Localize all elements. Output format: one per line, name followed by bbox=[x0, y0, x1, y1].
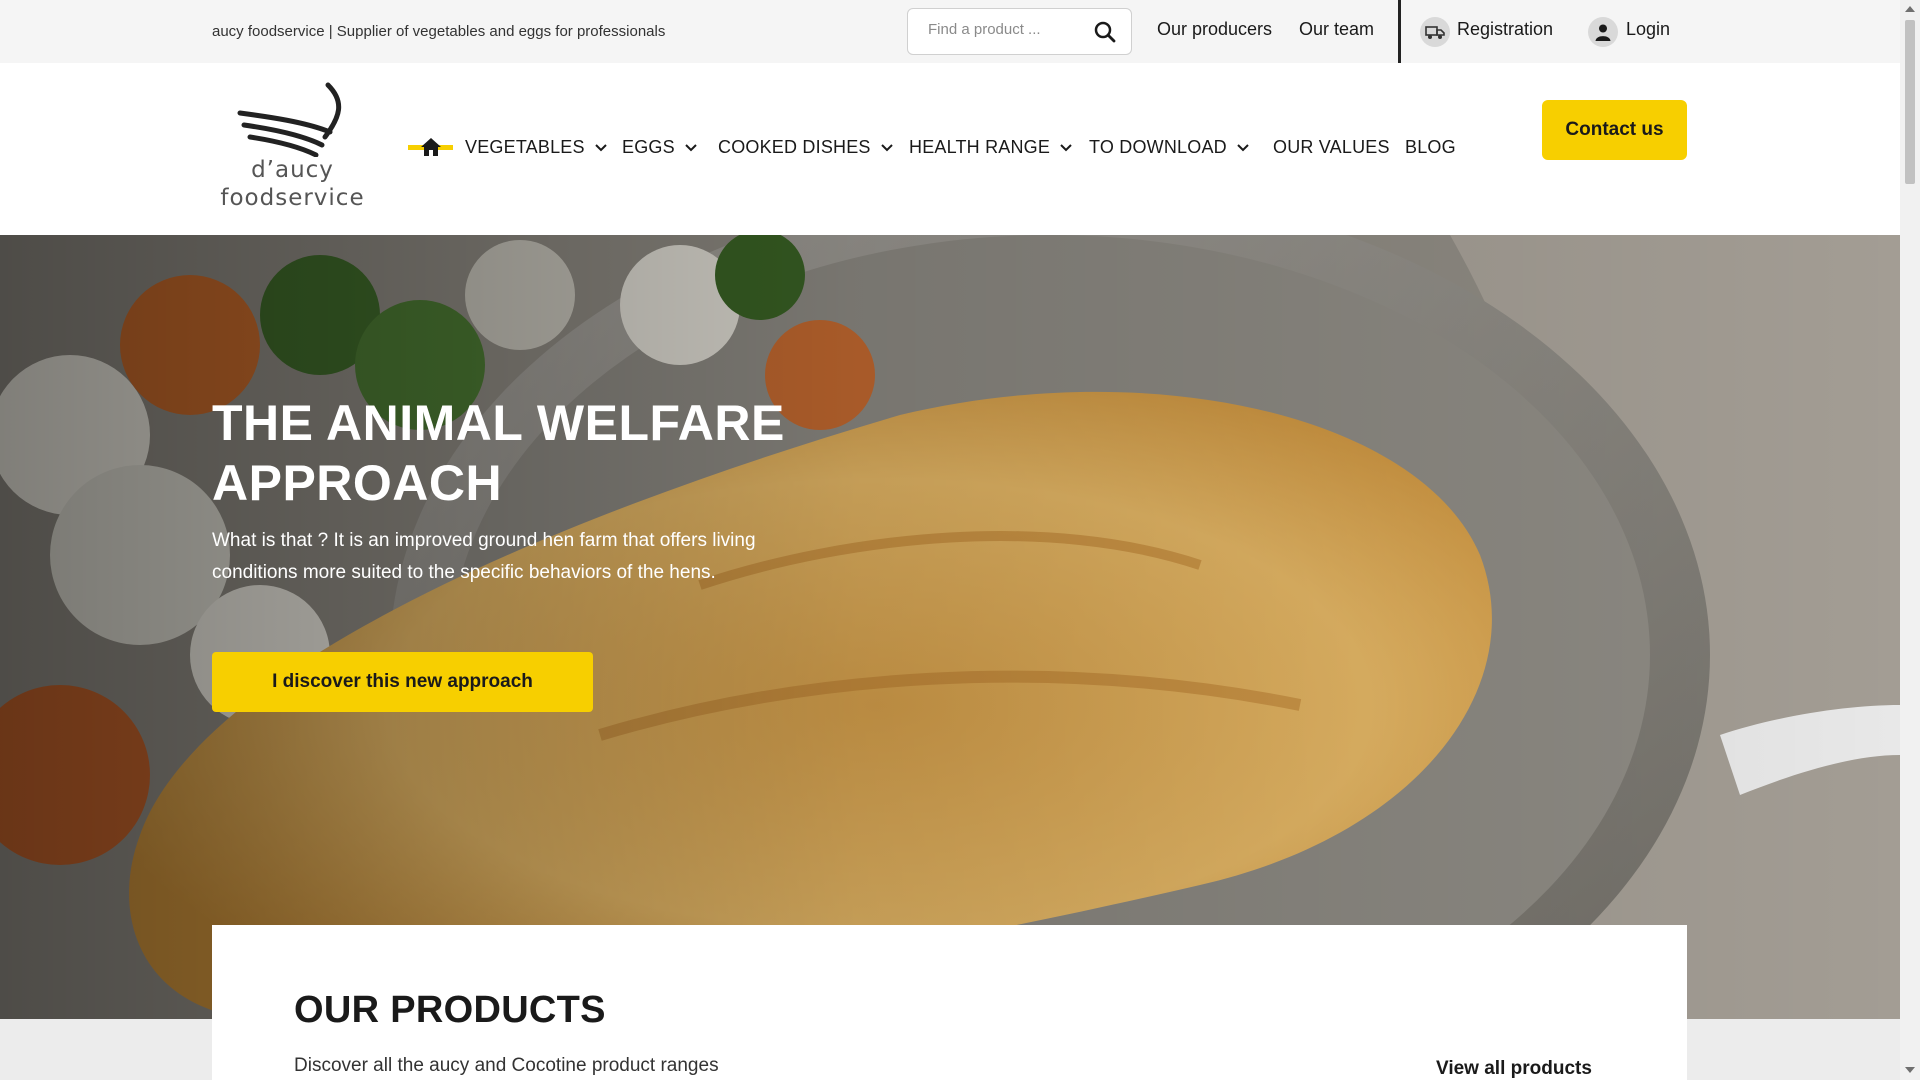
login-link[interactable]: Login bbox=[1626, 19, 1670, 40]
hero-title: THE ANIMAL WELFARE APPROACH bbox=[212, 395, 785, 511]
nav-our-values-label: OUR VALUES bbox=[1273, 137, 1390, 157]
scroll-down-arrow-icon[interactable] bbox=[1905, 1067, 1915, 1073]
our-products-section: OUR PRODUCTS Discover all the aucy and C… bbox=[212, 925, 1687, 1080]
products-title: OUR PRODUCTS bbox=[294, 989, 606, 1031]
registration-link[interactable]: Registration bbox=[1457, 19, 1553, 40]
nav-health-range-label: HEALTH RANGE bbox=[909, 137, 1051, 157]
top-divider bbox=[1398, 0, 1401, 63]
hero-banner: THE ANIMAL WELFARE APPROACH What is that… bbox=[0, 235, 1900, 1019]
site-tagline: aucy foodservice | Supplier of vegetable… bbox=[212, 23, 666, 40]
chevron-down-icon bbox=[1060, 144, 1072, 152]
nav-blog-label: BLOG bbox=[1405, 137, 1456, 157]
nav-eggs-label: EGGS bbox=[622, 137, 675, 157]
search-input[interactable] bbox=[928, 21, 1078, 38]
logo-text-daucy: d’aucy bbox=[251, 157, 334, 183]
view-all-products-link[interactable]: View all products bbox=[1436, 1058, 1592, 1080]
user-icon[interactable] bbox=[1588, 17, 1618, 47]
chevron-down-icon bbox=[880, 144, 893, 152]
page-scrollbar[interactable] bbox=[1900, 0, 1920, 1080]
our-team-link[interactable]: Our team bbox=[1299, 19, 1374, 40]
nav-vegetables[interactable]: VEGETABLES bbox=[465, 137, 608, 158]
hero-food-image bbox=[0, 235, 1900, 1019]
nav-cooked-dishes-label: COOKED DISHES bbox=[718, 137, 871, 157]
home-icon[interactable] bbox=[408, 137, 453, 159]
nav-cooked-dishes[interactable]: COOKED DISHES bbox=[718, 137, 894, 158]
nav-to-download-label: TO DOWNLOAD bbox=[1089, 137, 1227, 157]
nav-to-download[interactable]: TO DOWNLOAD bbox=[1089, 137, 1250, 158]
discover-approach-button[interactable]: I discover this new approach bbox=[212, 652, 593, 712]
nav-vegetables-label: VEGETABLES bbox=[465, 137, 585, 157]
nav-our-values[interactable]: OUR VALUES bbox=[1273, 137, 1390, 158]
truck-icon[interactable] bbox=[1420, 17, 1450, 47]
search-box[interactable] bbox=[907, 8, 1132, 55]
nav-blog[interactable]: BLOG bbox=[1405, 137, 1456, 158]
nav-health-range[interactable]: HEALTH RANGE bbox=[909, 137, 1073, 158]
top-utility-bar: aucy foodservice | Supplier of vegetable… bbox=[0, 0, 1900, 63]
contact-us-button[interactable]: Contact us bbox=[1542, 100, 1687, 160]
chevron-down-icon bbox=[685, 144, 697, 152]
our-producers-link[interactable]: Our producers bbox=[1157, 19, 1272, 40]
hero-description: What is that ? It is an improved ground … bbox=[212, 530, 756, 583]
chevron-down-icon bbox=[595, 144, 607, 152]
scroll-up-arrow-icon[interactable] bbox=[1905, 6, 1915, 12]
logo-text-foodservice: foodservice bbox=[220, 185, 365, 211]
nav-eggs[interactable]: EGGS bbox=[622, 137, 698, 158]
main-header: d’aucy foodservice VEGETABLES EGGS COOKE… bbox=[0, 63, 1900, 235]
daucy-logo[interactable]: d’aucy foodservice bbox=[210, 77, 375, 212]
chevron-down-icon bbox=[1237, 144, 1249, 152]
products-subtitle: Discover all the aucy and Cocotine produ… bbox=[294, 1055, 719, 1076]
search-icon[interactable] bbox=[1093, 20, 1117, 44]
scrollbar-thumb[interactable] bbox=[1905, 20, 1915, 184]
